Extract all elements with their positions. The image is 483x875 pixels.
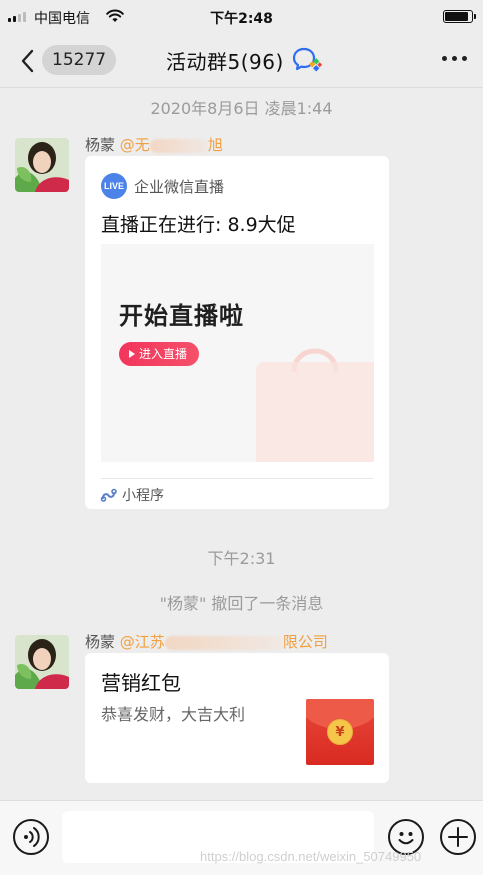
unread-count-badge[interactable]: 15277 bbox=[42, 45, 117, 75]
sender-name: 杨蒙 bbox=[85, 136, 116, 154]
battery-icon bbox=[443, 10, 476, 23]
chat-screen: 中国电信 下午2:48 15277 活动群5(96) 2020年8月6日 凌晨1… bbox=[0, 0, 483, 875]
sender-avatar[interactable] bbox=[15, 138, 69, 192]
red-packet-title: 营销红包 bbox=[101, 671, 181, 695]
mention-text: @江苏 限公司 bbox=[119, 633, 328, 651]
more-actions-button[interactable] bbox=[440, 819, 476, 855]
card-divider bbox=[101, 478, 373, 479]
play-icon bbox=[129, 350, 135, 358]
live-title: 直播正在进行: 8.9大促 bbox=[101, 214, 296, 236]
enter-live-label: 进入直播 bbox=[139, 347, 188, 361]
back-chevron-icon[interactable] bbox=[18, 48, 38, 74]
mention-text: @无旭 bbox=[119, 136, 223, 154]
avatar-photo-icon bbox=[15, 138, 69, 192]
red-packet-subtitle: 恭喜发财，大吉大利 bbox=[101, 705, 246, 724]
mini-program-icon bbox=[100, 488, 117, 502]
sender-line: 杨蒙 @无旭 bbox=[85, 134, 223, 155]
red-packet-envelope-icon: ¥ bbox=[306, 699, 374, 765]
sender-name: 杨蒙 bbox=[85, 633, 116, 651]
timestamp: 2020年8月6日 凌晨1:44 bbox=[150, 99, 333, 118]
mini-program-label: 小程序 bbox=[122, 488, 164, 504]
timestamp: 下午2:31 bbox=[207, 549, 276, 568]
banner-headline: 开始直播啦 bbox=[119, 302, 244, 330]
live-banner-image[interactable]: 开始直播啦 进入直播 bbox=[101, 244, 374, 462]
chat-title: 活动群5(96) bbox=[166, 50, 284, 74]
shopping-bag-icon bbox=[256, 348, 374, 462]
watermark: https://blog.csdn.net/weixin_50749950 bbox=[200, 849, 422, 864]
sender-line: 杨蒙 @江苏 限公司 bbox=[85, 631, 328, 652]
more-options-button[interactable] bbox=[442, 56, 467, 61]
status-time: 下午2:48 bbox=[210, 11, 273, 27]
live-source-label: 企业微信直播 bbox=[134, 178, 225, 196]
live-stream-card[interactable]: LIVE 企业微信直播 直播正在进行: 8.9大促 开始直播啦 进入直播 小程序 bbox=[85, 156, 389, 509]
voice-input-button[interactable] bbox=[13, 819, 49, 855]
sender-avatar[interactable] bbox=[15, 635, 69, 689]
enter-live-button[interactable]: 进入直播 bbox=[119, 342, 200, 366]
avatar-photo-icon bbox=[15, 635, 69, 689]
plus-icon bbox=[448, 827, 468, 847]
nav-bar: 15277 活动群5(96) bbox=[0, 34, 483, 88]
wecom-group-icon bbox=[292, 47, 322, 72]
recall-notice: "杨蒙" 撤回了一条消息 bbox=[159, 594, 324, 613]
status-bar: 中国电信 下午2:48 bbox=[0, 0, 483, 34]
live-logo-icon: LIVE bbox=[101, 173, 127, 199]
voice-icon bbox=[24, 827, 40, 847]
red-packet-card[interactable]: 营销红包 恭喜发财，大吉大利 ¥ bbox=[85, 653, 389, 783]
yuan-coin-icon: ¥ bbox=[327, 719, 353, 745]
